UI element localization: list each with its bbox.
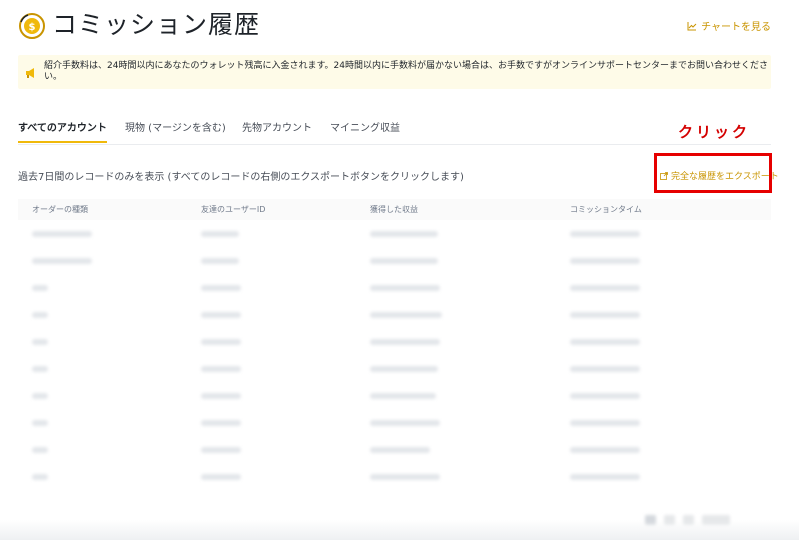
column-header-earnings: 獲得した収益 (370, 205, 418, 214)
export-icon (660, 171, 668, 180)
blurred-cell (32, 285, 48, 291)
blurred-cell (201, 474, 241, 480)
blurred-cell (370, 285, 440, 291)
megaphone-icon (24, 65, 38, 79)
records-note: 過去7日間のレコードのみを表示 (すべてのレコードの右側のエクスポートボタンをク… (18, 172, 464, 183)
blurred-cell (570, 447, 640, 453)
table-row (18, 274, 771, 301)
blurred-cell (32, 258, 92, 264)
export-history-link[interactable]: 完全な履歴をエクスポート (660, 169, 779, 182)
blurred-cell (201, 447, 241, 453)
table-row (18, 328, 771, 355)
active-tab-indicator (18, 141, 107, 143)
blurred-cell (201, 231, 239, 237)
blurred-cell (32, 420, 48, 426)
blurred-cell (32, 339, 48, 345)
bottom-fade (0, 520, 799, 540)
column-header-order-type: オーダーの種類 (32, 205, 88, 214)
tab-mining[interactable]: マイニング収益 (330, 122, 400, 135)
page-header: $ コミッション履歴 チャートを見る (18, 8, 781, 44)
blurred-cell (32, 447, 48, 453)
blurred-cell (201, 393, 241, 399)
blurred-cell (201, 420, 241, 426)
table-header: オーダーの種類 友達のユーザーID 獲得した収益 コミッションタイム (18, 199, 771, 220)
blurred-cell (32, 231, 92, 237)
table-row (18, 220, 771, 247)
blurred-cell (201, 285, 241, 291)
svg-text:$: $ (29, 22, 36, 33)
column-header-commission-time: コミッションタイム (570, 205, 642, 214)
view-chart-link[interactable]: チャートを見る (687, 18, 771, 33)
blurred-cell (32, 393, 48, 399)
blurred-cell (370, 447, 430, 453)
blurred-cell (370, 258, 438, 264)
blurred-cell (370, 312, 442, 318)
blurred-cell (570, 312, 640, 318)
table-row (18, 382, 771, 409)
export-history-label: 完全な履歴をエクスポート (671, 172, 779, 182)
blurred-cell (570, 366, 640, 372)
commission-logo-icon: $ (18, 12, 46, 40)
page-title: コミッション履歴 (52, 10, 261, 39)
table-row (18, 463, 771, 490)
blurred-cell (570, 231, 640, 237)
blurred-cell (32, 366, 48, 372)
blurred-cell (370, 474, 440, 480)
blurred-cell (570, 393, 640, 399)
account-tabs: すべてのアカウント 現物 (マージンを含む) 先物アカウント マイニング収益 (18, 122, 771, 145)
table-body (18, 220, 771, 490)
view-chart-label: チャートを見る (701, 22, 771, 33)
blurred-cell (570, 258, 640, 264)
blurred-cell (32, 312, 48, 318)
blurred-cell (570, 285, 640, 291)
tab-spot[interactable]: 現物 (マージンを含む) (125, 122, 226, 135)
blurred-cell (201, 339, 241, 345)
blurred-cell (370, 339, 440, 345)
blurred-cell (370, 366, 438, 372)
click-annotation: クリック (678, 123, 751, 141)
column-header-friend-id: 友達のユーザーID (201, 205, 266, 214)
table-row (18, 301, 771, 328)
blurred-cell (570, 474, 640, 480)
blurred-cell (570, 339, 640, 345)
table-row (18, 436, 771, 463)
table-row (18, 409, 771, 436)
blurred-cell (201, 312, 241, 318)
blurred-cell (370, 420, 440, 426)
table-row (18, 355, 771, 382)
blurred-cell (201, 366, 241, 372)
chart-icon (687, 21, 697, 30)
tab-all-accounts[interactable]: すべてのアカウント (18, 122, 107, 135)
blurred-cell (201, 258, 239, 264)
blurred-cell (570, 420, 640, 426)
commission-table: オーダーの種類 友達のユーザーID 獲得した収益 コミッションタイム (18, 199, 771, 490)
blurred-cell (32, 474, 48, 480)
tab-futures[interactable]: 先物アカウント (242, 122, 312, 135)
notice-banner: 紹介手数料は、24時間以内にあなたのウォレット残高に入金されます。24時間以内に… (18, 55, 771, 89)
notice-text: 紹介手数料は、24時間以内にあなたのウォレット残高に入金されます。24時間以内に… (44, 61, 769, 82)
blurred-cell (370, 231, 438, 237)
blurred-cell (370, 393, 436, 399)
table-row (18, 247, 771, 274)
